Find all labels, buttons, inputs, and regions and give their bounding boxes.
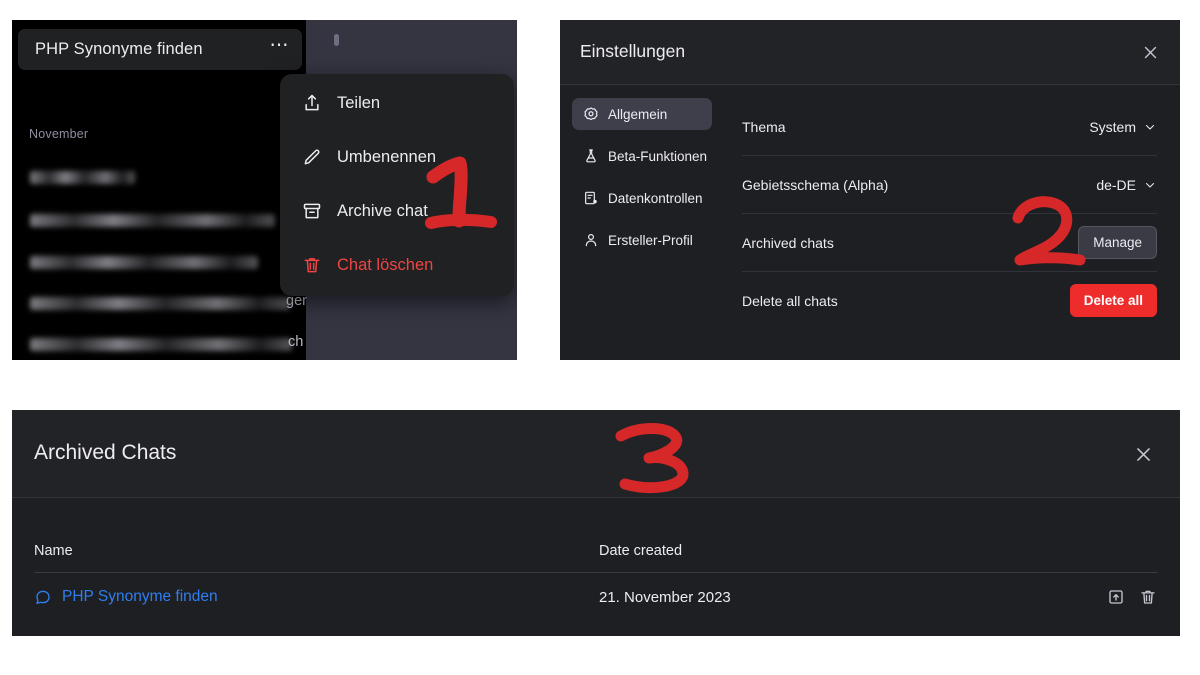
settings-row-label: Gebietsschema (Alpha) bbox=[742, 176, 889, 193]
chat-bubble-icon bbox=[34, 588, 52, 606]
cell-actions bbox=[1069, 587, 1158, 607]
settings-row-thema: Thema System bbox=[742, 98, 1157, 156]
active-chat-title: PHP Synonyme finden bbox=[35, 40, 203, 58]
settings-row-gebietsschema-alpha-: Gebietsschema (Alpha) de-DE bbox=[742, 156, 1157, 214]
table-row: PHP Synonyme finden 21. November 2023 bbox=[34, 573, 1158, 621]
table-header-row: Name Date created bbox=[34, 530, 1158, 573]
blurred-chat-row[interactable] bbox=[30, 297, 290, 310]
archive-box-icon bbox=[302, 201, 322, 221]
settings-nav-item-label: Ersteller-Profil bbox=[608, 232, 693, 248]
column-header-name: Name bbox=[34, 543, 73, 559]
chat-context-menu: Teilen Umbenennen Archive chat Chat löschen bbox=[280, 74, 514, 296]
database-icon bbox=[582, 190, 599, 207]
trash-icon[interactable] bbox=[1138, 587, 1158, 607]
active-chat-item[interactable]: PHP Synonyme finden ⋯ bbox=[18, 29, 302, 70]
settings-dialog-header: Einstellungen bbox=[560, 20, 1180, 85]
settings-nav-item-beta-funktionen[interactable]: Beta-Funktionen bbox=[572, 140, 712, 172]
settings-dropdown-thema[interactable]: System bbox=[1089, 119, 1157, 135]
settings-nav-item-datenkontrollen[interactable]: Datenkontrollen bbox=[572, 182, 712, 214]
blurred-chat-row[interactable] bbox=[30, 256, 258, 269]
unarchive-icon[interactable] bbox=[1106, 587, 1126, 607]
gear-icon bbox=[582, 106, 599, 123]
settings-content: Thema System Gebietsschema (Alpha) de-DE Arc… bbox=[742, 98, 1157, 329]
context-menu-item-chat-l-schen[interactable]: Chat löschen bbox=[280, 238, 514, 292]
blurred-chat-row[interactable] bbox=[30, 214, 275, 227]
blurred-chat-row[interactable] bbox=[30, 338, 292, 351]
cell-date-created: 21. November 2023 bbox=[599, 588, 731, 606]
settings-dropdown-gebietsschema-alpha-[interactable]: de-DE bbox=[1096, 177, 1157, 193]
settings-nav: Allgemein Beta-Funktionen Datenkontrollen E… bbox=[572, 98, 712, 266]
settings-row-delete-all-chats: Delete all chats Delete all bbox=[742, 272, 1157, 329]
settings-dialog: Einstellungen Allgemein Beta-Funktionen Da… bbox=[560, 20, 1180, 360]
settings-row-label: Archived chats bbox=[742, 234, 834, 251]
chat-group-label: November bbox=[29, 127, 89, 141]
settings-dialog-title: Einstellungen bbox=[580, 41, 686, 61]
close-icon[interactable] bbox=[1130, 441, 1156, 467]
settings-row-label: Delete all chats bbox=[742, 292, 838, 309]
settings-nav-item-label: Beta-Funktionen bbox=[608, 148, 708, 164]
settings-nav-item-label: Datenkontrollen bbox=[608, 190, 703, 206]
ellipsis-icon[interactable]: ⋯ bbox=[268, 36, 290, 59]
context-menu-item-label: Teilen bbox=[337, 93, 381, 112]
context-menu-item-teilen[interactable]: Teilen bbox=[280, 76, 514, 130]
chat-list-column: PHP Synonyme finden ⋯ November ger ch bbox=[12, 20, 307, 360]
settings-dropdown-value: de-DE bbox=[1096, 176, 1136, 193]
archived-chats-table: Name Date created PHP Synonyme finden 21. N… bbox=[34, 530, 1158, 621]
settings-nav-item-ersteller-profil[interactable]: Ersteller-Profil bbox=[572, 224, 712, 256]
settings-row-archived-chats: Archived chats Manage bbox=[742, 214, 1157, 272]
context-menu-item-umbenennen[interactable]: Umbenennen bbox=[280, 130, 514, 184]
delete-all-button[interactable]: Delete all bbox=[1069, 284, 1157, 317]
settings-nav-item-allgemein[interactable]: Allgemein bbox=[572, 98, 712, 130]
chat-sidebar-panel: PHP Synonyme finden ⋯ November ger ch Tei… bbox=[12, 20, 517, 360]
cell-name: PHP Synonyme finden bbox=[34, 588, 599, 606]
person-icon bbox=[582, 232, 599, 249]
archived-chat-link[interactable]: PHP Synonyme finden bbox=[34, 588, 599, 606]
settings-dropdown-value: System bbox=[1089, 118, 1136, 135]
chevron-down-icon bbox=[1143, 120, 1157, 134]
archived-dialog-header: Archived Chats bbox=[12, 410, 1180, 498]
column-header-date-created: Date created bbox=[599, 543, 683, 559]
close-icon[interactable] bbox=[1137, 39, 1163, 65]
trash-icon bbox=[302, 255, 322, 275]
share-icon bbox=[302, 93, 322, 113]
context-menu-item-label: Umbenennen bbox=[337, 147, 437, 166]
manage-button[interactable]: Manage bbox=[1078, 226, 1157, 259]
context-menu-item-label: Archive chat bbox=[337, 201, 428, 220]
settings-row-label: Thema bbox=[742, 118, 786, 135]
context-menu-item-archive-chat[interactable]: Archive chat bbox=[280, 184, 514, 238]
archived-chat-link-label: PHP Synonyme finden bbox=[62, 588, 218, 605]
archived-chats-dialog: Archived Chats Name Date created PHP Synon… bbox=[12, 410, 1180, 636]
flask-icon bbox=[582, 148, 599, 165]
settings-nav-item-label: Allgemein bbox=[608, 106, 668, 122]
context-menu-item-label: Chat löschen bbox=[337, 255, 434, 274]
pencil-icon bbox=[302, 147, 322, 167]
scrollbar-thumb[interactable] bbox=[334, 34, 339, 46]
archived-dialog-title: Archived Chats bbox=[34, 441, 177, 464]
blurred-chat-row[interactable] bbox=[30, 171, 135, 184]
blurred-chat-row-tail: ch bbox=[288, 334, 304, 350]
chevron-down-icon bbox=[1143, 178, 1157, 192]
